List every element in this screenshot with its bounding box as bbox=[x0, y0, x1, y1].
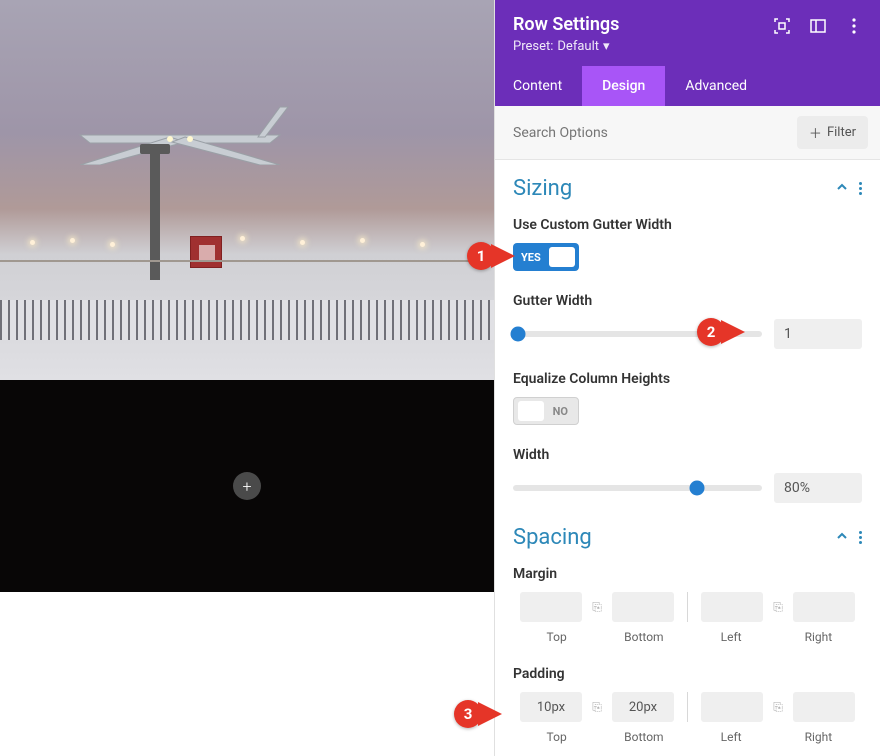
slider-thumb[interactable] bbox=[690, 481, 705, 496]
margin-left-input[interactable] bbox=[701, 592, 763, 622]
preset-name: Default bbox=[557, 39, 599, 54]
settings-panel: Row Settings Preset: Default ▾ Content D… bbox=[494, 0, 880, 756]
label-left: Left bbox=[688, 730, 775, 744]
tab-advanced[interactable]: Advanced bbox=[665, 66, 767, 106]
label-right: Right bbox=[775, 630, 862, 644]
equalize-toggle[interactable]: NO bbox=[513, 397, 579, 425]
label-top: Top bbox=[513, 630, 600, 644]
collapse-sizing-icon[interactable] bbox=[835, 179, 849, 198]
field-padding: Padding ⎘ ⎘ Top Bottom bbox=[513, 666, 862, 744]
section-more-icon[interactable] bbox=[859, 531, 862, 544]
divider bbox=[687, 692, 688, 722]
preview-image bbox=[0, 0, 494, 380]
caret-down-icon: ▾ bbox=[603, 39, 610, 54]
padding-top-input[interactable] bbox=[520, 692, 582, 722]
equalize-label: Equalize Column Heights bbox=[513, 371, 862, 387]
panel-title: Row Settings bbox=[513, 14, 774, 35]
margin-labels: Top Bottom Left Right bbox=[513, 630, 862, 644]
gutter-width-label: Gutter Width bbox=[513, 293, 862, 309]
width-value[interactable]: 80% bbox=[774, 473, 862, 503]
toggle-yes-text: YES bbox=[513, 251, 549, 264]
panel-scroll[interactable]: Sizing Use Custom Gutter Width YES Gutte… bbox=[495, 160, 880, 756]
fence-graphic bbox=[0, 300, 494, 340]
add-module-button[interactable]: + bbox=[233, 472, 261, 500]
link-icon[interactable]: ⎘ bbox=[588, 698, 606, 716]
use-custom-gutter-label: Use Custom Gutter Width bbox=[513, 217, 862, 233]
margin-bottom-input[interactable] bbox=[612, 592, 674, 622]
preset-prefix: Preset: bbox=[513, 39, 553, 54]
section-more-icon[interactable] bbox=[859, 182, 862, 195]
toggle-knob bbox=[518, 401, 544, 421]
padding-left-input[interactable] bbox=[701, 692, 763, 722]
divider bbox=[687, 592, 688, 622]
filter-label: Filter bbox=[827, 125, 856, 140]
field-equalize: Equalize Column Heights NO bbox=[513, 371, 862, 425]
toggle-knob bbox=[549, 247, 575, 267]
padding-label: Padding bbox=[513, 666, 862, 682]
use-custom-gutter-toggle[interactable]: YES bbox=[513, 243, 579, 271]
link-icon[interactable]: ⎘ bbox=[588, 598, 606, 616]
slider-thumb[interactable] bbox=[510, 327, 525, 342]
tab-content[interactable]: Content bbox=[495, 66, 582, 106]
preset-selector[interactable]: Preset: Default ▾ bbox=[513, 39, 774, 54]
label-bottom: Bottom bbox=[600, 730, 687, 744]
collapse-spacing-icon[interactable] bbox=[835, 528, 849, 547]
more-icon[interactable] bbox=[846, 18, 862, 34]
airplane-graphic bbox=[70, 95, 290, 165]
padding-right-input[interactable] bbox=[793, 692, 855, 722]
padding-labels: Top Bottom Left Right bbox=[513, 730, 862, 744]
label-bottom: Bottom bbox=[600, 630, 687, 644]
focus-icon[interactable] bbox=[774, 18, 790, 34]
link-icon[interactable]: ⎘ bbox=[769, 598, 787, 616]
horizon-line bbox=[0, 260, 494, 262]
sizing-title: Sizing bbox=[513, 176, 572, 201]
width-slider[interactable] bbox=[513, 485, 762, 491]
plus-icon: ＋ bbox=[809, 123, 822, 142]
toggle-no-text: NO bbox=[545, 405, 578, 418]
label-right: Right bbox=[775, 730, 862, 744]
link-icon[interactable]: ⎘ bbox=[769, 698, 787, 716]
layout-icon[interactable] bbox=[810, 18, 826, 34]
field-gutter-width: Gutter Width 1 bbox=[513, 293, 862, 349]
field-margin: Margin ⎘ ⎘ Top Bottom bbox=[513, 566, 862, 644]
search-bar: ＋ Filter bbox=[495, 106, 880, 160]
field-use-custom-gutter: Use Custom Gutter Width YES bbox=[513, 217, 862, 271]
settings-tabs: Content Design Advanced bbox=[495, 66, 880, 106]
gutter-width-slider[interactable] bbox=[513, 331, 762, 337]
editor-preview: + bbox=[0, 0, 494, 756]
margin-top-input[interactable] bbox=[520, 592, 582, 622]
label-top: Top bbox=[513, 730, 600, 744]
label-left: Left bbox=[688, 630, 775, 644]
gutter-width-value[interactable]: 1 bbox=[774, 319, 862, 349]
width-label: Width bbox=[513, 447, 862, 463]
field-width: Width 80% bbox=[513, 447, 862, 503]
spacing-title: Spacing bbox=[513, 525, 592, 550]
section-head-sizing: Sizing bbox=[513, 176, 862, 201]
section-head-spacing: Spacing bbox=[513, 525, 862, 550]
filter-button[interactable]: ＋ Filter bbox=[797, 116, 868, 149]
margin-right-input[interactable] bbox=[793, 592, 855, 622]
panel-header: Row Settings Preset: Default ▾ bbox=[495, 0, 880, 66]
tab-design[interactable]: Design bbox=[582, 66, 665, 106]
padding-bottom-input[interactable] bbox=[612, 692, 674, 722]
margin-label: Margin bbox=[513, 566, 862, 582]
runway-lights bbox=[0, 200, 494, 260]
empty-module-area[interactable]: + bbox=[0, 380, 494, 592]
search-input[interactable] bbox=[513, 125, 797, 141]
